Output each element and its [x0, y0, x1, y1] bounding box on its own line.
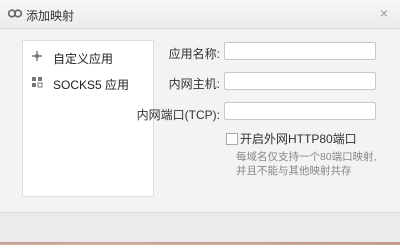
dialog-footer [0, 212, 400, 242]
close-icon: × [379, 5, 389, 21]
close-button[interactable]: × [376, 5, 392, 21]
grid-icon [32, 77, 43, 88]
link-icon [8, 9, 22, 18]
intranet-port-label: 内网端口(TCP): [136, 108, 220, 122]
intranet-host-label: 内网主机: [168, 77, 220, 91]
http80-hint-line-1: 每域名仅支持一个80端口映射, [236, 151, 377, 163]
title-bar: 添加映射 × [0, 0, 400, 29]
app-name-input[interactable] [224, 42, 376, 60]
http80-checkbox[interactable] [226, 133, 238, 145]
add-mapping-dialog: 添加映射 × 自定义应用 SOCKS5 应用 应用名称: 内网主机: 内网端口(… [0, 0, 400, 242]
puzzle-icon [32, 51, 42, 61]
intranet-port-input[interactable] [224, 102, 376, 120]
intranet-host-input[interactable] [224, 72, 376, 90]
http80-hint-line-2: 并且不能与其他映射共存 [236, 165, 352, 177]
http80-label[interactable]: 开启外网HTTP80端口 [240, 130, 357, 147]
app-name-label: 应用名称: [168, 47, 220, 61]
dialog-title: 添加映射 [26, 9, 75, 23]
